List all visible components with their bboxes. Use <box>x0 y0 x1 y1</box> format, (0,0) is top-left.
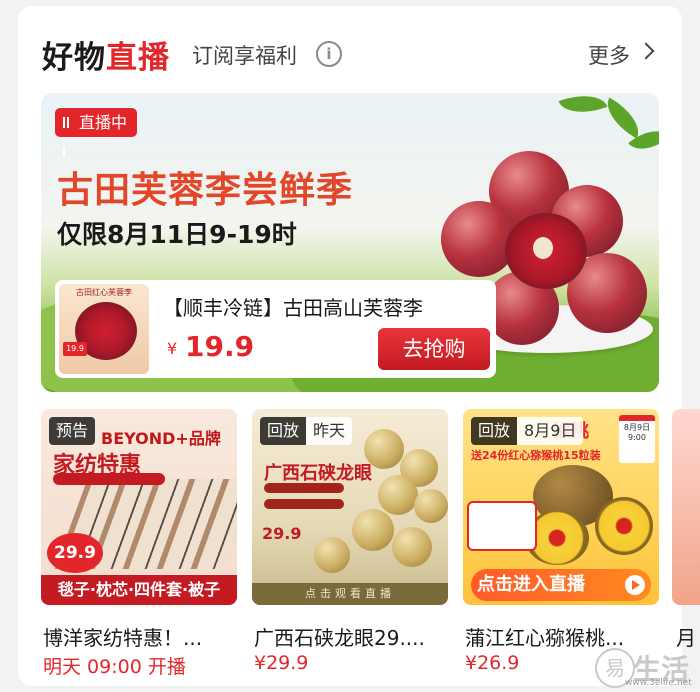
play-icon <box>625 575 645 595</box>
live-item-price: ¥29.9 <box>254 652 309 674</box>
category-strip: 毯子·枕芯·四件套·被子 <box>41 575 237 605</box>
status-badge: 回放 昨天 <box>260 417 353 445</box>
longan-image <box>414 489 448 523</box>
price-badge: 29.9 <box>47 533 103 573</box>
live-item-title-partial[interactable]: 月 <box>676 622 696 651</box>
featured-live-banner[interactable]: 直播中 古田芙蓉李尝鲜季 仅限8月11日9-19时 古田红心芙蓉李 19.9 【… <box>41 93 659 392</box>
enter-live-button[interactable]: 点击进入直播 <box>471 569 651 601</box>
banner-date: 仅限8月11日9-19时 <box>57 220 297 249</box>
live-item-card-partial[interactable] <box>672 409 700 605</box>
leaf-decoration <box>558 93 608 122</box>
promo-pill <box>264 483 344 493</box>
watermark: 易 生活 www.3elife.net <box>595 648 695 688</box>
plum-image <box>441 201 517 277</box>
longan-image <box>352 509 394 551</box>
live-item-price: ¥26.9 <box>465 652 520 674</box>
live-item-status: 明天 09:00 开播 <box>43 656 186 678</box>
product-card[interactable]: 古田红心芙蓉李 19.9 【顺丰冷链】古田高山芙蓉李 ¥ 19.9 去抢购 <box>55 280 496 378</box>
info-icon[interactable]: i <box>316 41 342 67</box>
product-name[interactable]: 【顺丰冷链】古田高山芙蓉李 <box>163 292 423 321</box>
longan-image <box>378 475 418 515</box>
section-title: 好物直播 <box>42 40 170 76</box>
promo-pill <box>53 473 165 485</box>
promo-subtitle: 送24份红心猕猴桃15粒装 <box>471 449 601 462</box>
brand-text: BEYOND+品牌 <box>101 429 221 448</box>
watch-strip: 点击观看直播 <box>252 583 448 605</box>
banner-title: 古田芙蓉李尝鲜季 <box>57 170 354 211</box>
price-badge: 29.9 <box>262 524 302 543</box>
live-item-title[interactable]: 蒲江红心猕猴桃... <box>465 622 624 651</box>
live-item-card[interactable]: BEYOND+品牌 家纺特惠 29.9 毯子·枕芯·四件套·被子 预告 <box>41 409 237 605</box>
live-badge: 直播中 <box>55 108 137 157</box>
live-item-card[interactable]: 猴桃 送24份红心猕猴桃15粒装 8月9日 9:00 点击进入直播 回放8月9日 <box>463 409 659 605</box>
currency-symbol: ¥ <box>167 339 178 358</box>
status-badge: 回放 8月9日 <box>471 417 584 445</box>
buy-now-button[interactable]: 去抢购 <box>378 328 490 370</box>
longan-image <box>392 527 432 567</box>
longan-image <box>314 537 350 573</box>
promo-pill <box>264 499 344 509</box>
live-item-card[interactable]: 广西石硖龙眼 29.9 点击观看直播 回放 昨天 <box>252 409 448 605</box>
promo-heading: 广西石硖龙眼 <box>264 463 372 484</box>
live-item-title[interactable]: 博洋家纺特惠！... <box>43 622 202 651</box>
subscribe-link[interactable]: 订阅享福利 <box>192 40 297 70</box>
status-badge: 预告 <box>49 417 96 445</box>
product-price: 19.9 <box>185 330 255 363</box>
more-link[interactable]: 更多 <box>588 40 630 70</box>
live-bars-icon <box>63 117 73 157</box>
product-thumbnail[interactable]: 古田红心芙蓉李 19.9 <box>59 284 149 374</box>
kiwi-cut-image <box>595 497 653 555</box>
calendar-icon: 8月9日 9:00 <box>619 415 655 463</box>
live-item-title[interactable]: 广西石硖龙眼29.... <box>254 622 425 651</box>
promo-sticker <box>467 501 537 551</box>
plum-pit <box>533 237 553 259</box>
